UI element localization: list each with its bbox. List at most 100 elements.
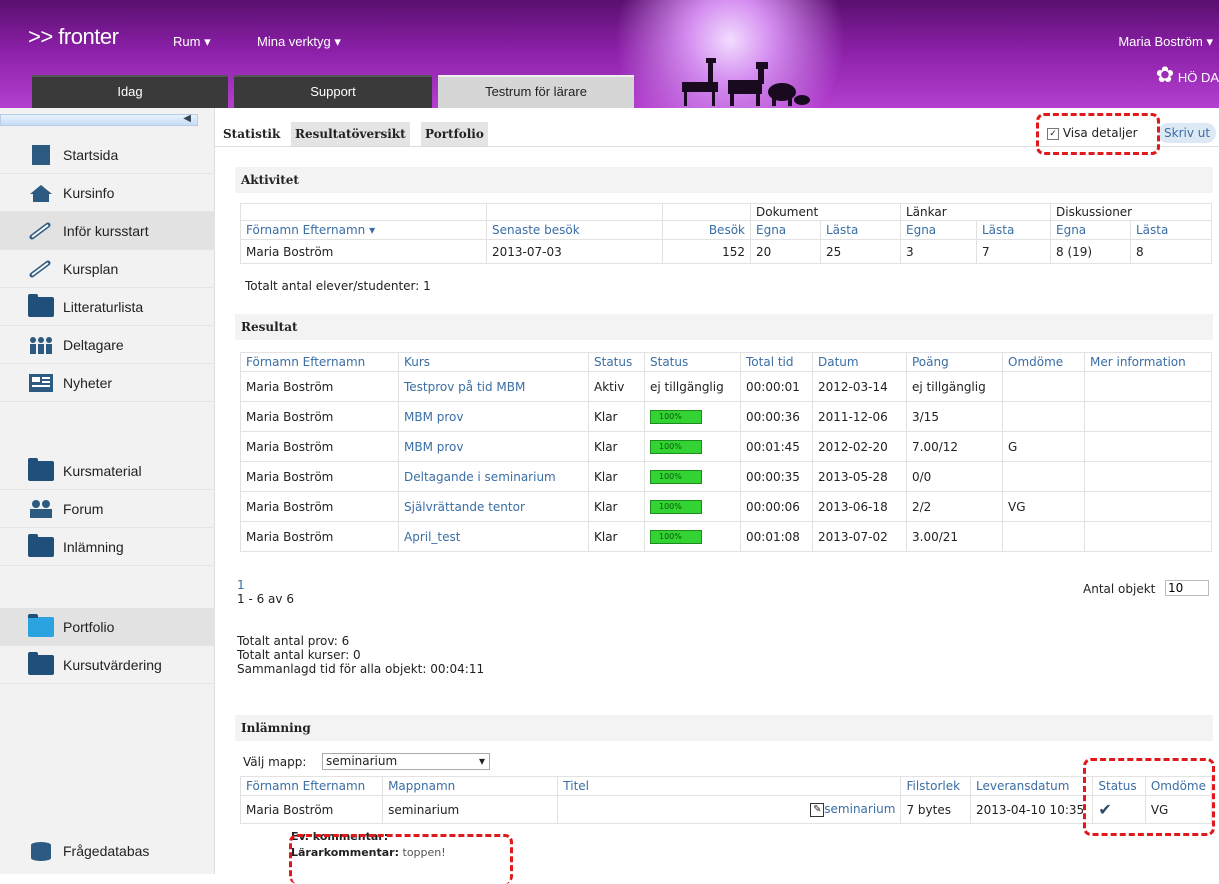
column-header-title[interactable]: Titel (557, 776, 902, 796)
chevron-down-icon: ▾ (478, 754, 485, 768)
column-header-date[interactable]: Datum (812, 352, 907, 372)
course-link[interactable]: MBM prov (398, 431, 589, 462)
group-header-lankar: Länkar (900, 203, 1051, 221)
column-header-points[interactable]: Poäng (906, 352, 1003, 372)
table-row: Maria Boström MBM prov Klar 100% 00:01:45 201… (240, 431, 1212, 462)
per-page-input[interactable] (1165, 580, 1209, 596)
sidebar-item-kursplan[interactable]: Kursplan (0, 250, 215, 288)
edit-icon[interactable]: ✎ (810, 802, 825, 817)
fronter-logo[interactable]: >> fronter (28, 24, 119, 50)
column-header-link-own[interactable]: Egna (900, 220, 977, 240)
database-icon (31, 842, 51, 861)
column-header-total-time[interactable]: Total tid (740, 352, 813, 372)
door-icon (32, 145, 50, 165)
column-header-name[interactable]: Förnamn Efternamn (240, 352, 399, 372)
sidebar: ◀ Startsida Kursinfo Inför kursstart Kur… (0, 108, 215, 874)
sidebar-item-kursinfo[interactable]: Kursinfo (0, 174, 215, 212)
user-menu[interactable]: Maria Boström ▾ (1118, 34, 1213, 50)
column-header-more-info[interactable]: Mer information (1084, 352, 1212, 372)
tab-resultatoversikt[interactable]: Resultatöversikt (291, 122, 410, 146)
column-header-grade[interactable]: Omdöme (1002, 352, 1085, 372)
tab-support[interactable]: Support (234, 75, 432, 108)
column-header-visits[interactable]: Besök (662, 220, 751, 240)
table-row: Maria Boström seminarium ✎ seminarium 7 b… (239, 795, 1213, 824)
tab-idag[interactable]: Idag (32, 75, 228, 108)
column-header-disc-own[interactable]: Egna (1050, 220, 1131, 240)
progress-bar: 100% (650, 409, 702, 424)
course-link[interactable]: MBM prov (398, 401, 589, 432)
per-page-label: Antal objekt (1083, 582, 1156, 596)
group-header-dokument: Dokument (750, 203, 901, 221)
collapse-sidebar-button[interactable]: ◀ (0, 113, 198, 126)
sidebar-item-inlamning[interactable]: Inlämning (0, 528, 215, 566)
folder-icon (28, 294, 54, 317)
sidebar-item-litteraturlista[interactable]: Litteraturlista (0, 288, 215, 326)
highlight-show-details (1036, 113, 1160, 155)
sidebar-item-kursutvardering[interactable]: Kursutvärdering (0, 646, 215, 684)
sidebar-item-kursmaterial[interactable]: Kursmaterial (0, 452, 215, 490)
folder-icon (28, 458, 54, 481)
link-icon (29, 222, 51, 240)
course-link[interactable]: Testprov på tid MBM (398, 371, 589, 402)
rum-menu[interactable]: Rum ▾ (173, 34, 211, 50)
page-number[interactable]: 1 (237, 578, 245, 592)
summary-courses: Totalt antal kurser: 0 (237, 648, 361, 662)
home-icon (30, 185, 52, 202)
submission-title-link[interactable]: seminarium (824, 802, 895, 816)
folder-icon (28, 652, 54, 675)
column-header-name[interactable]: Förnamn Efternamn (239, 776, 384, 796)
summary-time: Sammanlagd tid för alla objekt: 00:04:11 (237, 662, 485, 676)
sidebar-item-infor-kursstart[interactable]: Inför kursstart (0, 212, 215, 250)
tab-statistik[interactable]: Statistik (219, 122, 285, 146)
students-total: Totalt antal elever/studenter: 1 (245, 279, 431, 293)
course-link[interactable]: Deltagande i seminarium (398, 461, 589, 492)
column-header-doc-read[interactable]: Lästa (820, 220, 901, 240)
column-header-status-progress[interactable]: Status (644, 352, 741, 372)
table-row: Maria Boström MBM prov Klar 100% 00:00:36 201… (240, 401, 1212, 432)
column-header-link-read[interactable]: Lästa (976, 220, 1051, 240)
course-link[interactable]: Självrättande tentor (398, 491, 589, 522)
tab-testrum[interactable]: Testrum för lärare (438, 75, 634, 108)
column-header-folder[interactable]: Mappnamn (382, 776, 559, 796)
forum-icon (30, 500, 52, 518)
sidebar-item-deltagare[interactable]: Deltagare (0, 326, 215, 364)
column-header-name[interactable]: Förnamn Efternamn ▾ (240, 220, 487, 240)
result-range: 1 - 6 av 6 (237, 592, 294, 606)
column-header-doc-own[interactable]: Egna (750, 220, 821, 240)
mina-verktyg-menu[interactable]: Mina verktyg ▾ (257, 34, 341, 50)
column-header-status[interactable]: Status (588, 352, 645, 372)
column-header-filesize[interactable]: Filstorlek (900, 776, 971, 796)
folder-open-icon (28, 614, 54, 637)
folder-select[interactable]: seminarium ▾ (322, 753, 490, 770)
results-table: Förnamn Efternamn Kurs Status Status Tot… (240, 352, 1212, 552)
column-header-kurs[interactable]: Kurs (398, 352, 589, 372)
sidebar-item-fragedatabas[interactable]: Frågedatabas (0, 832, 215, 870)
summary-tests: Totalt antal prov: 6 (237, 634, 350, 648)
sidebar-item-forum[interactable]: Forum (0, 490, 215, 528)
people-icon (30, 337, 52, 354)
sort-desc-icon: ▾ (369, 223, 376, 237)
table-row: Maria Boström Deltagande i seminarium Klar… (240, 461, 1212, 492)
submission-heading: Inlämning (235, 715, 1213, 741)
progress-bar: 100% (650, 529, 702, 544)
sidebar-item-nyheter[interactable]: Nyheter (0, 364, 215, 402)
top-bar: >> fronter Rum ▾ Mina verktyg ▾ Maria Bo… (0, 0, 1219, 108)
brand-logo: ✿ HÖ DA (1155, 62, 1219, 87)
submission-table: Förnamn Efternamn Mappnamn Titel Filstor… (239, 776, 1213, 824)
activity-heading: Aktivitet (235, 167, 1213, 193)
table-row: Maria Boström 2013-07-03 152 20 25 37 8 (1… (240, 239, 1212, 264)
submission-folder-icon (28, 534, 54, 557)
highlight-comment (289, 834, 513, 884)
column-header-last-visit[interactable]: Senaste besök (486, 220, 663, 240)
tab-portfolio[interactable]: Portfolio (421, 122, 488, 146)
course-link[interactable]: April_test (398, 521, 589, 552)
sidebar-item-startsida[interactable]: Startsida (0, 136, 215, 174)
news-icon (29, 374, 53, 392)
table-row: Maria Boström Självrättande tentor Klar 100… (240, 491, 1212, 522)
main-content: Statistik Resultatöversikt Portfolio ✓ V… (215, 108, 1219, 884)
sidebar-item-portfolio[interactable]: Portfolio (0, 608, 215, 646)
column-header-disc-read[interactable]: Lästa (1130, 220, 1212, 240)
column-header-delivery-date[interactable]: Leveransdatum (969, 776, 1094, 796)
print-button[interactable]: Skriv ut (1158, 123, 1217, 143)
link-icon (29, 260, 51, 278)
